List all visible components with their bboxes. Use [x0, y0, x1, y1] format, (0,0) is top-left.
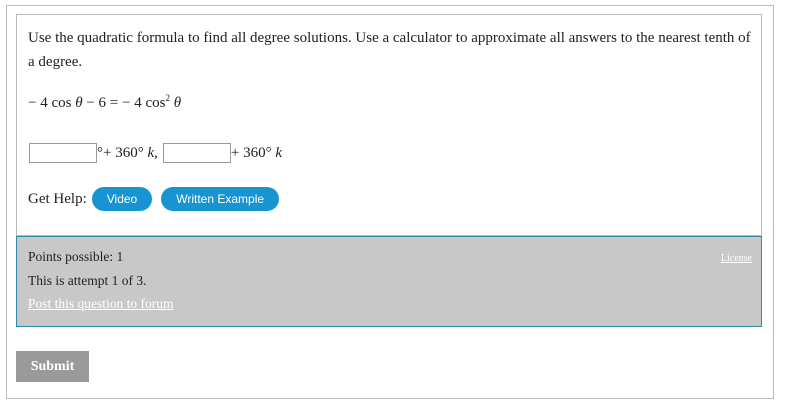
written-example-button[interactable]: Written Example [161, 187, 280, 211]
theta-symbol-2: θ [173, 95, 182, 111]
answer-1-suffix: °+ 360° k, [97, 144, 158, 161]
equation-lhs-a: − 4 cos [28, 95, 76, 111]
equation-exponent: 2 [165, 93, 170, 103]
answer-2-suffix: + 360° k [230, 144, 283, 161]
equation-lhs-b: − 6 = − 4 cos [82, 95, 166, 111]
answer-input-2[interactable] [162, 143, 231, 163]
attempt-count: This is attempt 1 of 3. [28, 273, 147, 288]
video-button[interactable]: Video [91, 187, 153, 211]
submit-button[interactable]: Submit [16, 351, 89, 382]
question-info-panel: Points possible: 1 This is attempt 1 of … [16, 236, 762, 327]
post-to-forum-link[interactable]: Post this question to forum [28, 296, 174, 312]
answer-input-1[interactable] [29, 143, 97, 163]
theta-symbol: θ [75, 95, 83, 111]
answer-row: °+ 360° k, + 360° k [29, 142, 282, 164]
points-possible: Points possible: 1 [28, 249, 124, 264]
question-panel: Use the quadratic formula to find all de… [16, 14, 762, 236]
get-help-label: Get Help: [28, 190, 87, 207]
question-prompt: Use the quadratic formula to find all de… [28, 30, 751, 70]
equation: − 4 cos θ − 6 = − 4 cos2 θ [28, 93, 182, 112]
get-help-row: Get Help: Video Written Example [28, 187, 288, 211]
license-link[interactable]: License [721, 253, 752, 264]
